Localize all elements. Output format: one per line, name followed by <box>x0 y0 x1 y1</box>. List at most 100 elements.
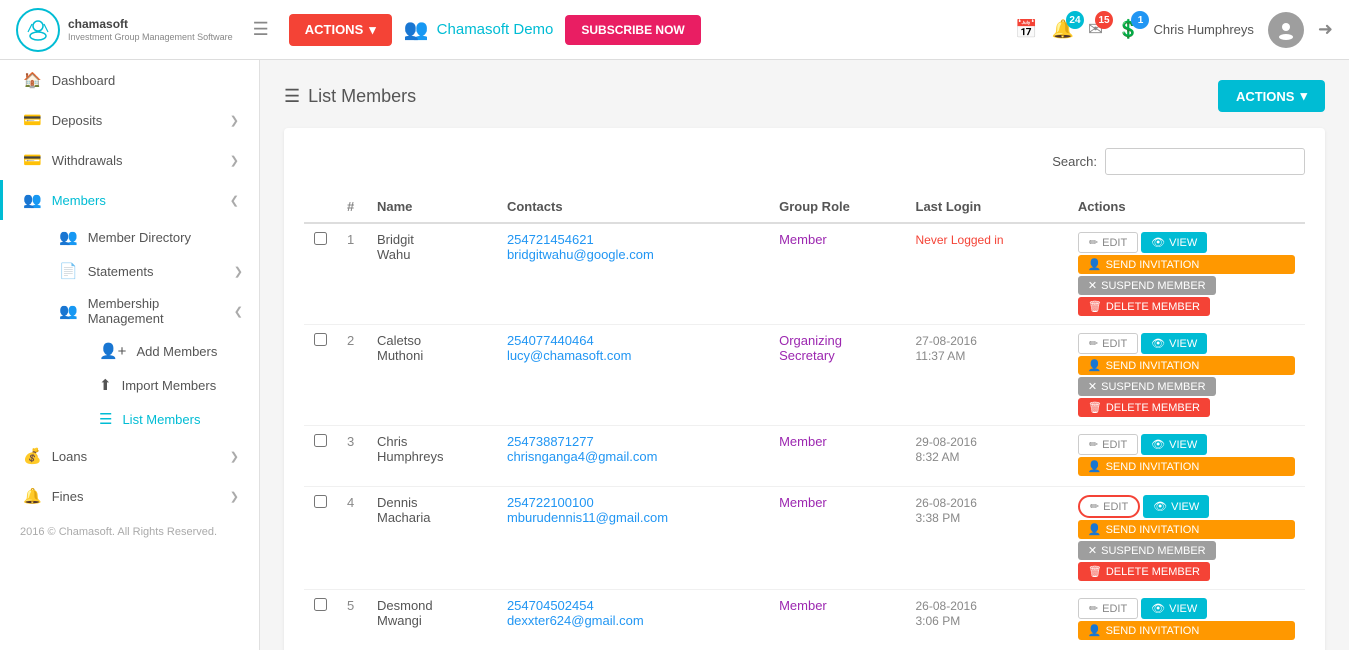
trash-icon: 🗑 <box>1088 300 1102 313</box>
group-name: Chamasoft Demo <box>437 21 554 38</box>
view-button[interactable]: 👁 VIEW <box>1141 434 1207 455</box>
suspend-member-button[interactable]: ✕ SUSPEND MEMBER <box>1078 276 1216 295</box>
messages-badge: 15 <box>1095 11 1113 29</box>
messages-wrap[interactable]: ✉ 15 <box>1088 19 1103 40</box>
sidebar-item-add-members[interactable]: 👤+ Add Members <box>40 334 259 368</box>
table-row: 4 DennisMacharia 254722100100 mburudenni… <box>304 487 1305 590</box>
sidebar-item-import-members[interactable]: ⬆ Import Members <box>40 368 259 402</box>
withdrawals-icon: 💳 <box>23 151 42 169</box>
logo-area: chamasoft Investment Group Management So… <box>16 8 233 52</box>
sidebar-item-label: Members <box>52 193 220 208</box>
sidebar: 🏠 Dashboard 💳 Deposits ❯ 💳 Withdrawals ❯… <box>0 60 260 650</box>
delete-member-button[interactable]: 🗑 DELETE MEMBER <box>1078 562 1210 581</box>
row-checkbox[interactable] <box>314 232 327 245</box>
suspend-member-button[interactable]: ✕ SUSPEND MEMBER <box>1078 377 1216 396</box>
send-invitation-button[interactable]: 👤 SEND INVITATION <box>1078 621 1295 640</box>
edit-icon: ✏ <box>1089 337 1098 350</box>
alerts-wrap[interactable]: 💲 1 <box>1117 19 1139 40</box>
trash-icon: 🗑 <box>1088 401 1102 414</box>
member-directory-icon: 👥 <box>59 228 78 246</box>
row-lastlogin: 26-08-2016 3:38 PM <box>906 487 1068 590</box>
loans-icon: 💰 <box>23 447 42 465</box>
sidebar-item-list-members[interactable]: ☰ List Members <box>40 402 259 436</box>
sidebar-item-members[interactable]: 👥 Members ❮ <box>0 180 259 220</box>
home-icon: 🏠 <box>23 71 42 89</box>
row-checkbox[interactable] <box>314 333 327 346</box>
edit-button[interactable]: ✏ EDIT <box>1078 232 1138 253</box>
import-icon: ⬆ <box>99 376 112 394</box>
sidebar-item-loans[interactable]: 💰 Loans ❯ <box>0 436 259 476</box>
chevron-icon: ❯ <box>234 265 243 278</box>
sidebar-item-deposits[interactable]: 💳 Deposits ❯ <box>0 100 259 140</box>
page-header: ☰ List Members ACTIONS ▾ <box>284 80 1325 112</box>
sidebar-item-fines[interactable]: 🔔 Fines ❯ <box>0 476 259 516</box>
row-name: DesmondMwangi <box>367 590 497 650</box>
sidebar-item-dashboard[interactable]: 🏠 Dashboard <box>0 60 259 100</box>
send-invitation-button[interactable]: 👤 SEND INVITATION <box>1078 457 1295 476</box>
calendar-icon-wrap[interactable]: 📅 <box>1015 19 1037 40</box>
add-member-icon: 👤+ <box>99 342 126 360</box>
edit-button[interactable]: ✏ EDIT <box>1078 434 1138 455</box>
members-submenu: 👥 Member Directory 📄 Statements ❯ 👥 Memb… <box>0 220 259 436</box>
send-invitation-button[interactable]: 👤 SEND INVITATION <box>1078 356 1295 375</box>
sidebar-item-statements[interactable]: 📄 Statements ❯ <box>40 254 259 288</box>
row-checkbox[interactable] <box>314 434 327 447</box>
sidebar-item-label: Statements <box>88 264 224 279</box>
delete-member-button[interactable]: 🗑 DELETE MEMBER <box>1078 398 1210 417</box>
col-role: Group Role <box>769 191 905 223</box>
view-button[interactable]: 👁 VIEW <box>1143 495 1209 518</box>
view-button[interactable]: 👁 VIEW <box>1141 598 1207 619</box>
row-checkbox[interactable] <box>314 495 327 508</box>
view-button[interactable]: 👁 VIEW <box>1141 232 1207 253</box>
sidebar-item-label: Import Members <box>122 378 243 393</box>
send-invitation-button[interactable]: 👤 SEND INVITATION <box>1078 255 1295 274</box>
alerts-badge: 1 <box>1131 11 1149 29</box>
search-input[interactable] <box>1105 148 1305 175</box>
sidebar-item-label: List Members <box>122 412 243 427</box>
sidebar-item-label: Member Directory <box>88 230 243 245</box>
person-icon: 👤 <box>1088 624 1102 637</box>
sidebar-item-member-directory[interactable]: 👥 Member Directory <box>40 220 259 254</box>
row-name: DennisMacharia <box>367 487 497 590</box>
logo-icon <box>16 8 60 52</box>
top-nav: chamasoft Investment Group Management So… <box>0 0 1349 60</box>
edit-icon: ✏ <box>1089 602 1098 615</box>
row-name: BridgitWahu <box>367 223 497 325</box>
sidebar-item-withdrawals[interactable]: 💳 Withdrawals ❯ <box>0 140 259 180</box>
logout-icon[interactable]: ➜ <box>1318 19 1333 40</box>
row-lastlogin: 27-08-2016 11:37 AM <box>906 325 1068 426</box>
col-num: # <box>337 191 367 223</box>
sidebar-item-membership-management[interactable]: 👥 Membership Management ❮ <box>40 288 259 334</box>
chevron-icon: ❯ <box>230 450 239 463</box>
row-checkbox[interactable] <box>314 598 327 611</box>
view-button[interactable]: 👁 VIEW <box>1141 333 1207 354</box>
list-icon: ☰ <box>99 410 112 428</box>
row-lastlogin: 26-08-2016 3:06 PM <box>906 590 1068 650</box>
chevron-icon: ❮ <box>234 305 243 318</box>
edit-button[interactable]: ✏ EDIT <box>1078 495 1140 518</box>
suspend-member-button[interactable]: ✕ SUSPEND MEMBER <box>1078 541 1216 560</box>
page-title: ☰ List Members <box>284 86 416 107</box>
hamburger-icon[interactable]: ☰ <box>253 19 269 40</box>
contact-email: chrisnganga4@gmail.com <box>507 449 759 464</box>
edit-button[interactable]: ✏ EDIT <box>1078 598 1138 619</box>
row-name: ChrisHumphreys <box>367 426 497 487</box>
members-icon: 👥 <box>23 191 42 209</box>
notifications-wrap[interactable]: 🔔 24 <box>1052 19 1074 40</box>
edit-icon: ✏ <box>1089 236 1098 249</box>
subscribe-button[interactable]: SUBSCRIBE NOW <box>565 15 700 45</box>
actions-button[interactable]: ACTIONS ▾ <box>289 14 392 46</box>
sidebar-item-label: Loans <box>52 449 220 464</box>
table-row: 1 BridgitWahu 254721454621 bridgitwahu@g… <box>304 223 1305 325</box>
row-checkbox-cell <box>304 487 337 590</box>
send-invitation-button[interactable]: 👤 SEND INVITATION <box>1078 520 1295 539</box>
edit-button[interactable]: ✏ EDIT <box>1078 333 1138 354</box>
delete-member-button[interactable]: 🗑 DELETE MEMBER <box>1078 297 1210 316</box>
sidebar-item-label: Membership Management <box>88 296 224 326</box>
sidebar-item-label: Dashboard <box>52 73 239 88</box>
eye-icon: 👁 <box>1151 602 1165 615</box>
content-actions-button[interactable]: ACTIONS ▾ <box>1218 80 1325 112</box>
contact-phone: 254721454621 <box>507 232 759 247</box>
col-actions: Actions <box>1068 191 1305 223</box>
row-contacts: 254704502454 dexxter624@gmail.com <box>497 590 769 650</box>
